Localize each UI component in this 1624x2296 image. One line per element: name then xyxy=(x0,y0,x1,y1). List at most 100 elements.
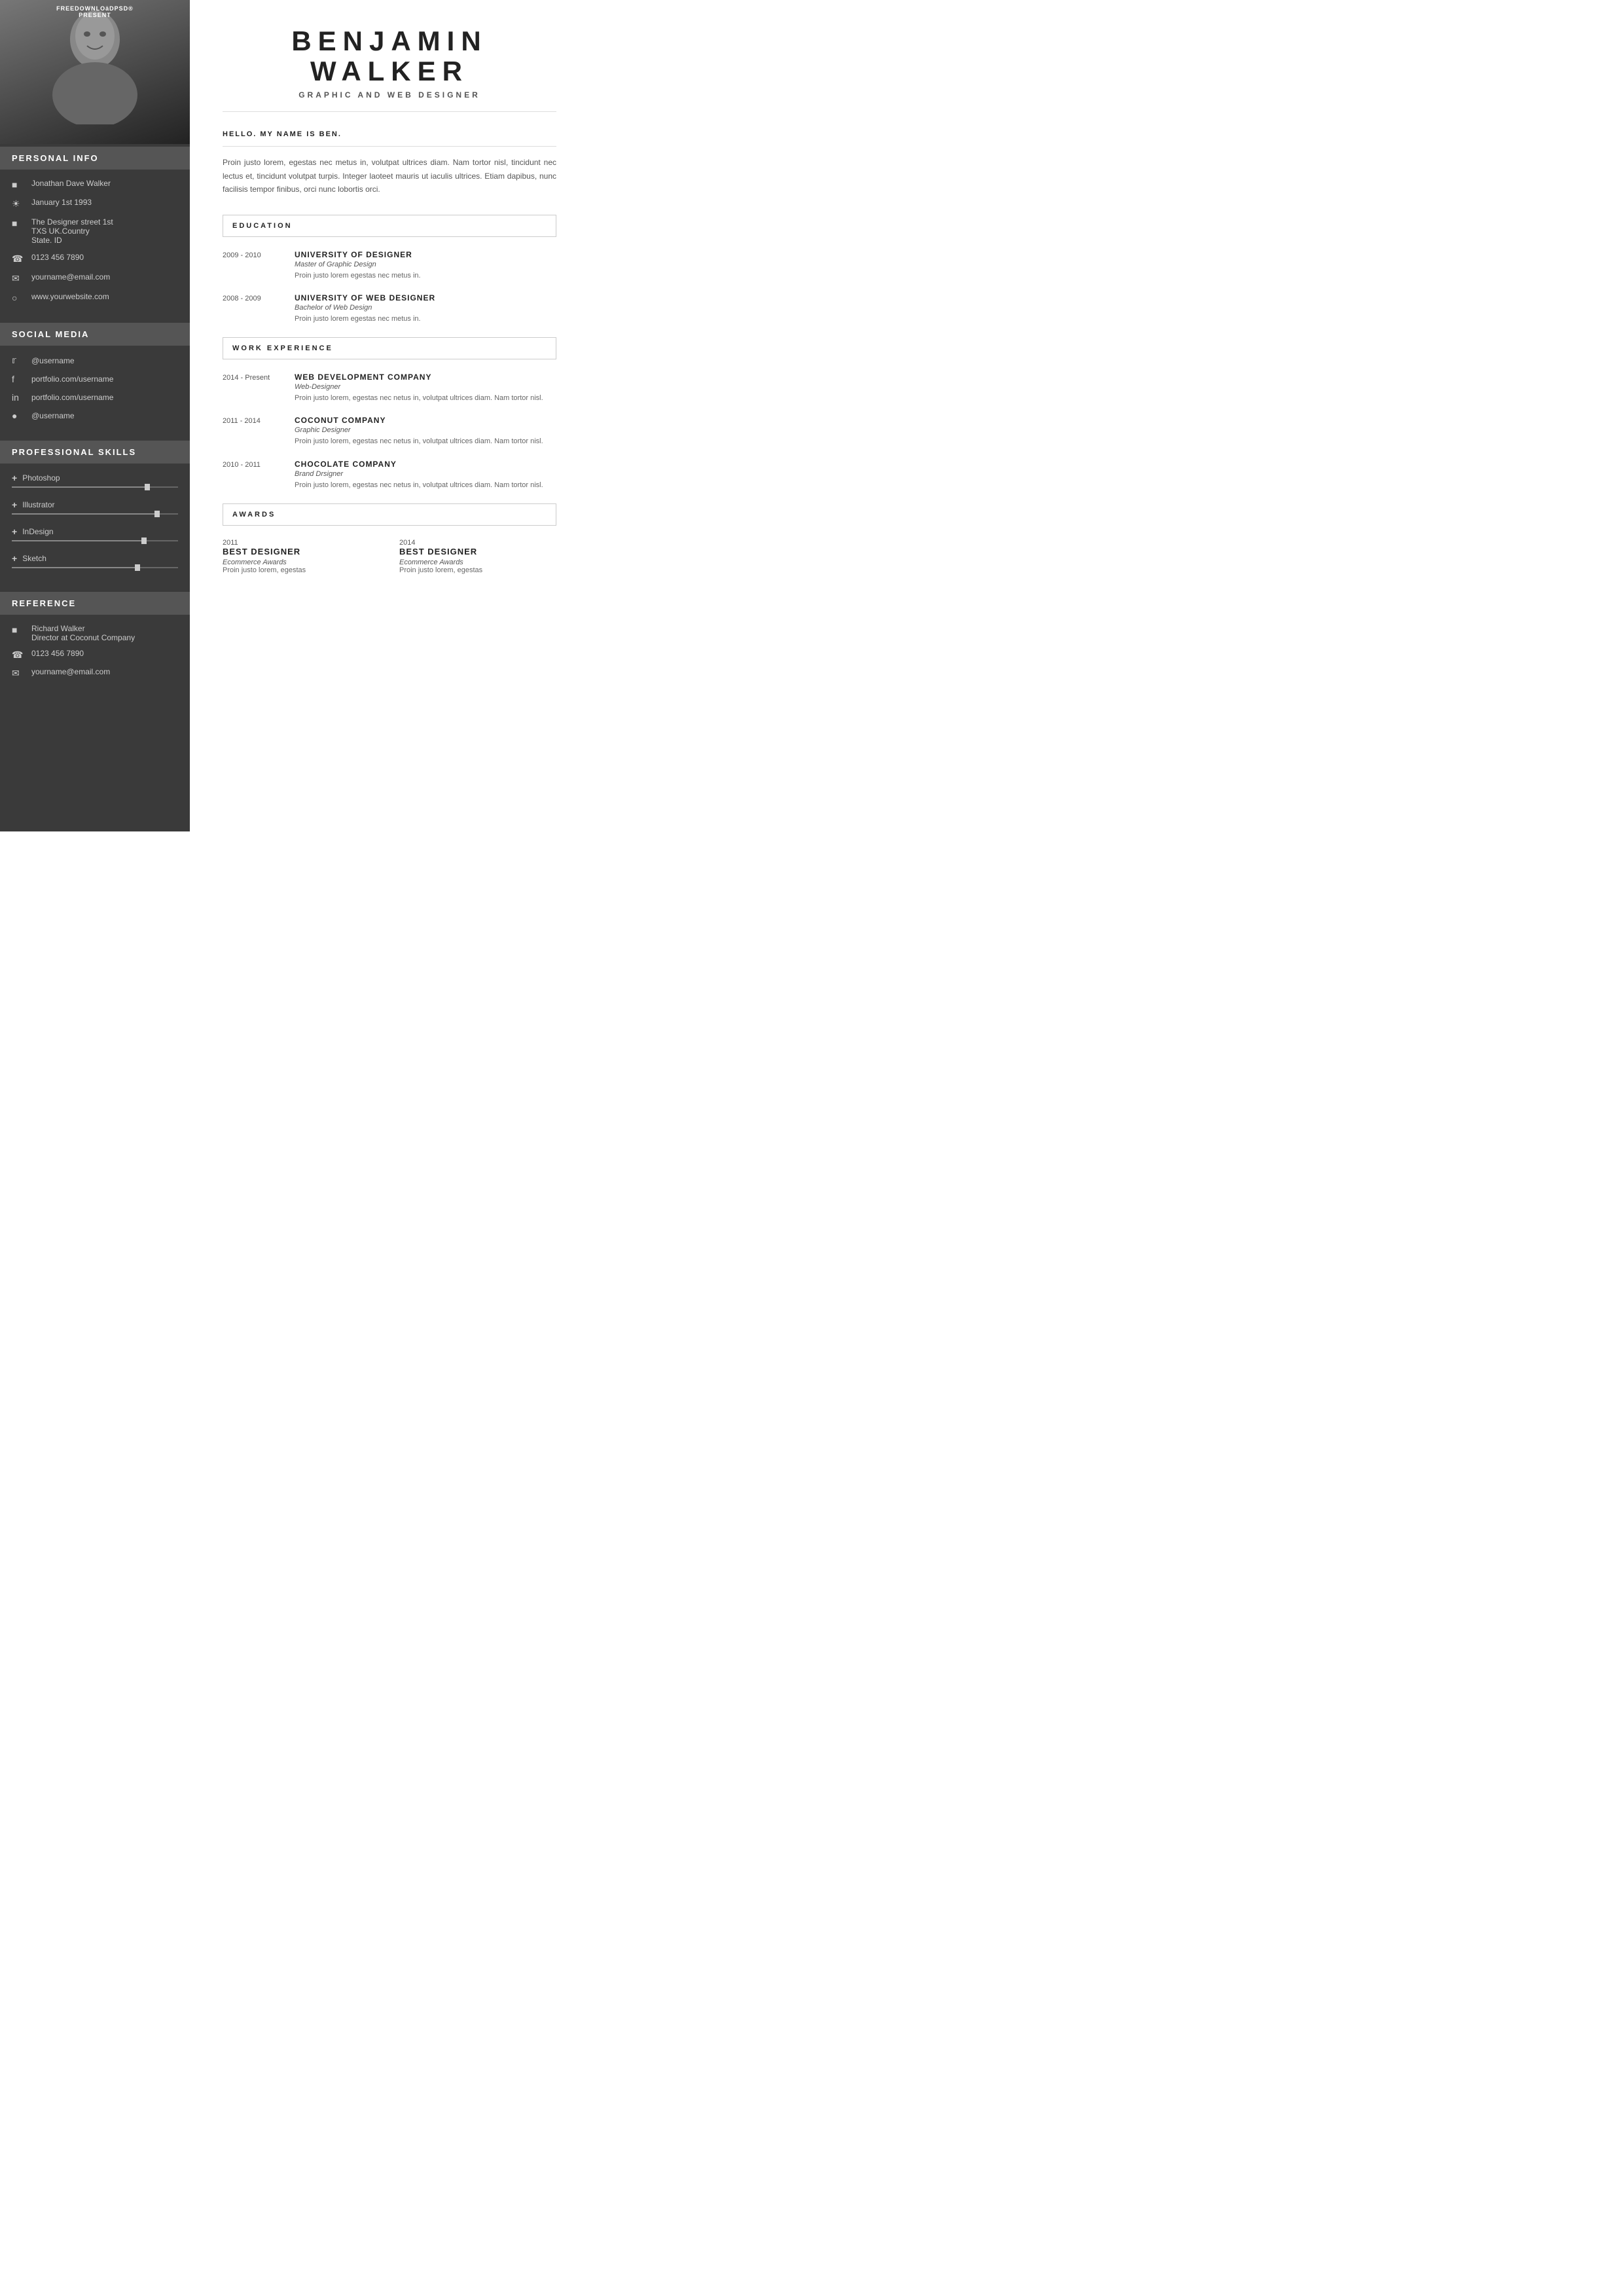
full-name: Jonathan Dave Walker xyxy=(31,179,111,188)
date-of-birth: January 1st 1993 xyxy=(31,198,92,207)
work-details: CHOCOLATE COMPANY Brand Drsigner Proin j… xyxy=(295,460,556,492)
skill-bar-marker xyxy=(145,484,150,490)
facebook-item: f portfolio.com/username xyxy=(12,374,178,384)
skill-item: + Illustrator xyxy=(12,500,178,515)
skill-name: Photoshop xyxy=(22,473,60,483)
skill-bar xyxy=(12,567,178,568)
phone-number: 0123 456 7890 xyxy=(31,253,84,262)
skill-plus-icon: + xyxy=(12,553,17,564)
award-item: 2014 BEST DESIGNER Ecommerce Awards Proi… xyxy=(399,539,556,574)
skill-bar-fill xyxy=(12,540,145,541)
work-items: 2014 - Present WEB DEVELOPMENT COMPANY W… xyxy=(223,373,556,492)
skill-item: + InDesign xyxy=(12,526,178,541)
email-icon: ✉ xyxy=(12,273,25,284)
edu-org: UNIVERSITY OF WEB DESIGNER xyxy=(295,293,556,302)
phone-item: ☎ 0123 456 7890 xyxy=(12,253,178,264)
phone-icon: ☎ xyxy=(12,253,25,264)
reference-header: REFERENCE xyxy=(0,592,190,615)
skill-bar xyxy=(12,540,178,541)
skill-bar-fill xyxy=(12,486,148,488)
skill-name: InDesign xyxy=(22,527,53,536)
ref-name-item: ■ Richard Walker Director at Coconut Com… xyxy=(12,624,178,642)
dob-item: ☀ January 1st 1993 xyxy=(12,198,178,210)
award-desc: Proin justo lorem, egestas xyxy=(399,566,556,574)
awards-grid: 2011 BEST DESIGNER Ecommerce Awards Proi… xyxy=(223,539,556,574)
work-details: WEB DEVELOPMENT COMPANY Web-Designer Pro… xyxy=(295,373,556,405)
photo-area: FREEDOWNLOäDPSD® PRESENT xyxy=(0,0,190,144)
education-section-box: EDUCATION xyxy=(223,215,556,237)
email-address: yourname@email.com xyxy=(31,272,110,282)
website-item: ○ www.yourwebsite.com xyxy=(12,292,178,303)
skill-bar xyxy=(12,513,178,515)
intro-paragraph: Proin justo lorem, egestas nec metus in,… xyxy=(223,156,556,196)
skill-bar-marker xyxy=(141,538,147,544)
watermark: FREEDOWNLOäDPSD® PRESENT xyxy=(56,5,134,18)
work-org: COCONUT COMPANY xyxy=(295,416,556,425)
main-content: BENJAMIN WALKER GRAPHIC AND WEB DESIGNER… xyxy=(190,0,589,831)
award-title: BEST DESIGNER xyxy=(399,547,556,556)
resume-job-title: GRAPHIC AND WEB DESIGNER xyxy=(223,90,556,112)
calendar-icon: ☀ xyxy=(12,198,25,210)
skill-bar xyxy=(12,486,178,488)
work-years: 2010 - 2011 xyxy=(223,460,281,492)
award-org: Ecommerce Awards xyxy=(223,558,380,566)
award-title: BEST DESIGNER xyxy=(223,547,380,556)
skill-bar-fill xyxy=(12,567,138,568)
work-desc: Proin justo lorem, egestas nec netus in,… xyxy=(295,393,556,405)
sidebar: FREEDOWNLOäDPSD® PRESENT PER xyxy=(0,0,190,831)
skill-bar-marker xyxy=(154,511,160,517)
linkedin-item: in portfolio.com/username xyxy=(12,392,178,403)
work-org: CHOCOLATE COMPANY xyxy=(295,460,556,469)
edu-org: UNIVERSITY OF DESIGNER xyxy=(295,250,556,259)
resume-first-name: BENJAMIN WALKER xyxy=(223,26,556,86)
email-item: ✉ yourname@email.com xyxy=(12,272,178,284)
ref-name-text: Richard Walker Director at Coconut Compa… xyxy=(31,624,135,642)
work-item: 2011 - 2014 COCONUT COMPANY Graphic Desi… xyxy=(223,416,556,448)
work-item: 2010 - 2011 CHOCOLATE COMPANY Brand Drsi… xyxy=(223,460,556,492)
person-icon: ■ xyxy=(12,179,25,190)
awards-section-box: AWARDS xyxy=(223,503,556,526)
work-desc: Proin justo lorem, egestas nec netus in,… xyxy=(295,480,556,492)
skills-header: PROFESSIONAL SKILLS xyxy=(0,441,190,464)
ref-phone-icon: ☎ xyxy=(12,649,25,661)
edu-desc: Proin justo lorem egestas nec metus in. xyxy=(295,314,556,325)
education-item: 2008 - 2009 UNIVERSITY OF WEB DESIGNER B… xyxy=(223,293,556,325)
personal-info-section: ■ Jonathan Dave Walker ☀ January 1st 199… xyxy=(0,170,190,320)
watermark-line1: FREEDOWNLOäDPSD® xyxy=(56,5,134,12)
work-section-box: WORK EXPERIENCE xyxy=(223,337,556,359)
skill-item: + Photoshop xyxy=(12,473,178,488)
instagram-item: ● @username xyxy=(12,410,178,421)
education-title: EDUCATION xyxy=(232,222,547,230)
awards-title: AWARDS xyxy=(232,511,547,519)
twitter-handle: @username xyxy=(31,356,75,365)
ref-email-item: ✉ yourname@email.com xyxy=(12,667,178,679)
address-text: The Designer street 1st TXS UK.Country S… xyxy=(31,217,113,245)
award-item: 2011 BEST DESIGNER Ecommerce Awards Proi… xyxy=(223,539,380,574)
skill-plus-icon: + xyxy=(12,473,17,483)
facebook-icon: f xyxy=(12,374,25,384)
facebook-url: portfolio.com/username xyxy=(31,374,113,384)
award-year: 2011 xyxy=(223,539,380,547)
watermark-line2: PRESENT xyxy=(56,12,134,18)
work-role: Graphic Designer xyxy=(295,426,556,434)
ref-email: yourname@email.com xyxy=(31,667,110,676)
ref-email-icon: ✉ xyxy=(12,668,25,679)
instagram-icon: ● xyxy=(12,410,25,421)
twitter-icon: 𝕣 xyxy=(12,355,25,366)
work-years: 2014 - Present xyxy=(223,373,281,405)
edu-degree: Bachelor of Web Design xyxy=(295,304,556,312)
skill-name: Sketch xyxy=(22,554,46,563)
edu-degree: Master of Graphic Design xyxy=(295,261,556,268)
reference-section: ■ Richard Walker Director at Coconut Com… xyxy=(0,615,190,695)
address-item: ■ The Designer street 1st TXS UK.Country… xyxy=(12,217,178,245)
skill-name: Illustrator xyxy=(22,500,54,509)
ref-phone-item: ☎ 0123 456 7890 xyxy=(12,649,178,661)
education-items: 2009 - 2010 UNIVERSITY OF DESIGNER Maste… xyxy=(223,250,556,325)
linkedin-icon: in xyxy=(12,392,25,403)
ref-name: Richard Walker xyxy=(31,624,135,633)
website-url: www.yourwebsite.com xyxy=(31,292,109,301)
skill-bar-fill xyxy=(12,513,158,515)
award-desc: Proin justo lorem, egestas xyxy=(223,566,380,574)
social-media-section: 𝕣 @username f portfolio.com/username in … xyxy=(0,346,190,438)
skills-section: + Photoshop + Illustrator + InDesign + S… xyxy=(0,464,190,589)
